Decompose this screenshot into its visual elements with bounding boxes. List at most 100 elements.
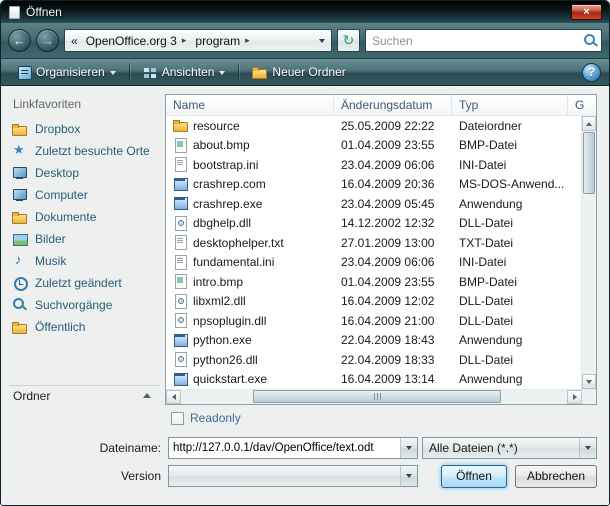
- ini-icon: [173, 157, 188, 172]
- file-row[interactable]: about.bmp01.04.2009 23:55BMP-Datei: [166, 136, 581, 156]
- file-row[interactable]: intro.bmp01.04.2009 23:55BMP-Datei: [166, 272, 581, 292]
- search-icon: [12, 297, 28, 313]
- address-dropdown-button[interactable]: [313, 30, 331, 51]
- filetype-combo[interactable]: Alle Dateien (*.*): [422, 437, 597, 459]
- file-row[interactable]: fundamental.ini23.04.2009 06:06INI-Datei: [166, 253, 581, 273]
- music-icon: [12, 253, 28, 269]
- filename-input[interactable]: [169, 438, 400, 458]
- column-header-g[interactable]: G: [568, 95, 596, 115]
- horizontal-scroll-thumb[interactable]: [253, 390, 501, 403]
- sidebar-item-bilder[interactable]: Bilder: [9, 228, 159, 250]
- vertical-scrollbar[interactable]: [581, 116, 596, 389]
- triangle-right-icon: [573, 394, 577, 400]
- forward-button[interactable]: →: [36, 29, 59, 52]
- column-header-typ[interactable]: Typ: [452, 95, 568, 115]
- file-row[interactable]: libxml2.dll16.04.2009 12:02DLL-Datei: [166, 292, 581, 312]
- back-button[interactable]: ←: [8, 29, 31, 52]
- column-header-name[interactable]: Name: [166, 95, 334, 115]
- sidebar-item-label: Computer: [35, 188, 88, 202]
- search-input[interactable]: [372, 34, 583, 48]
- scroll-right-button[interactable]: [567, 390, 582, 404]
- sidebar-item-zuletzt-ge-ndert[interactable]: Zuletzt geändert: [9, 272, 159, 294]
- filename-row: Dateiname: Alle Dateien (*.*): [1, 437, 597, 459]
- file-type: MS-DOS-Anwend...: [452, 177, 581, 191]
- file-name: quickstart.exe: [193, 372, 267, 386]
- file-name: about.bmp: [193, 138, 250, 152]
- file-name: npsoplugin.dll: [193, 314, 266, 328]
- triangle-up-icon: [586, 122, 592, 126]
- breadcrumb-item-openoffice[interactable]: OpenOffice.org 3 ▸: [84, 30, 194, 51]
- new-folder-button[interactable]: Neuer Ordner: [244, 62, 353, 82]
- refresh-button[interactable]: ↻: [337, 29, 360, 52]
- chevron-right-icon[interactable]: ▸: [240, 35, 255, 46]
- app-icon: [173, 177, 188, 192]
- document-icon: [9, 6, 20, 19]
- sidebar-item-suchvorg-nge[interactable]: Suchvorgänge: [9, 294, 159, 316]
- chevron-up-icon[interactable]: [143, 393, 151, 398]
- dll-icon: [173, 216, 188, 231]
- sidebar-item-dropbox[interactable]: Dropbox: [9, 118, 159, 140]
- search-box[interactable]: [365, 29, 602, 52]
- column-header-nderungsdatum[interactable]: Änderungsdatum: [334, 95, 452, 115]
- sidebar-item-desktop[interactable]: Desktop: [9, 162, 159, 184]
- views-button[interactable]: Ansichten: [135, 62, 234, 82]
- desktop-icon: [12, 165, 28, 181]
- breadcrumb-overflow-chevrons[interactable]: «: [65, 34, 84, 48]
- sidebar-item-label: Dokumente: [35, 210, 96, 224]
- file-row[interactable]: python26.dll22.04.2009 18:33DLL-Datei: [166, 350, 581, 370]
- open-dialog-window: Öffnen × ← → « OpenOffice.org 3 ▸ progra…: [0, 0, 610, 506]
- file-row[interactable]: crashrep.exe23.04.2009 05:45Anwendung: [166, 194, 581, 214]
- scroll-left-button[interactable]: [166, 390, 181, 404]
- file-date: 01.04.2009 23:55: [334, 138, 452, 152]
- file-row[interactable]: quickstart.exe16.04.2009 13:14Anwendung: [166, 370, 581, 390]
- file-date: 22.04.2009 18:43: [334, 333, 452, 347]
- filename-combo[interactable]: [168, 437, 418, 459]
- sidebar-item-ffentlich[interactable]: Öffentlich: [9, 316, 159, 338]
- sidebar-item-musik[interactable]: Musik: [9, 250, 159, 272]
- filename-dropdown-button[interactable]: [400, 438, 417, 458]
- file-row[interactable]: resource25.05.2009 22:22Dateiordner: [166, 116, 581, 136]
- breadcrumb-item-program[interactable]: program ▸: [193, 30, 256, 51]
- breadcrumb[interactable]: « OpenOffice.org 3 ▸ program ▸: [64, 29, 332, 52]
- file-type: DLL-Datei: [452, 314, 581, 328]
- sidebar-item-dokumente[interactable]: Dokumente: [9, 206, 159, 228]
- file-row[interactable]: python.exe22.04.2009 18:43Anwendung: [166, 331, 581, 351]
- chevron-right-icon[interactable]: ▸: [177, 35, 192, 46]
- file-name-cell: about.bmp: [166, 138, 334, 153]
- cancel-button[interactable]: Abbrechen: [515, 465, 597, 488]
- help-button[interactable]: ?: [582, 63, 601, 82]
- folders-bar[interactable]: Ordner: [9, 385, 159, 405]
- file-row[interactable]: bootstrap.ini23.04.2009 06:06INI-Datei: [166, 155, 581, 175]
- close-button[interactable]: ×: [571, 4, 602, 20]
- triangle-left-icon: [172, 394, 176, 400]
- scroll-down-button[interactable]: [582, 374, 596, 389]
- new-folder-label: Neuer Ordner: [272, 65, 345, 79]
- scroll-up-button[interactable]: [582, 116, 596, 131]
- version-combo[interactable]: [168, 465, 418, 487]
- organize-label: Organisieren: [36, 65, 105, 79]
- file-row[interactable]: dbghelp.dll14.12.2002 12:32DLL-Datei: [166, 214, 581, 234]
- sidebar-item-zuletzt-besuchte-orte[interactable]: Zuletzt besuchte Orte: [9, 140, 159, 162]
- file-name: crashrep.exe: [193, 197, 262, 211]
- file-date: 01.04.2009 23:55: [334, 275, 452, 289]
- organize-button[interactable]: Organisieren: [9, 62, 124, 82]
- file-row[interactable]: npsoplugin.dll16.04.2009 21:00DLL-Datei: [166, 311, 581, 331]
- search-icon[interactable]: [583, 33, 598, 48]
- file-row[interactable]: crashrep.com16.04.2009 20:36MS-DOS-Anwen…: [166, 175, 581, 195]
- sidebar-item-computer[interactable]: Computer: [9, 184, 159, 206]
- views-icon: [143, 66, 157, 79]
- breadcrumb-label[interactable]: program: [195, 34, 240, 48]
- navigation-bar: ← → « OpenOffice.org 3 ▸ program ▸ ↻: [1, 23, 609, 59]
- file-row[interactable]: desktophelper.txt27.01.2009 13:00TXT-Dat…: [166, 233, 581, 253]
- horizontal-scrollbar[interactable]: [166, 389, 596, 404]
- filetype-dropdown-button[interactable]: [579, 438, 596, 458]
- vertical-scroll-track[interactable]: [582, 195, 596, 374]
- breadcrumb-label[interactable]: OpenOffice.org 3: [86, 34, 177, 48]
- horizontal-scroll-track[interactable]: [181, 390, 567, 404]
- version-dropdown-button[interactable]: [400, 466, 417, 486]
- open-button[interactable]: Öffnen: [441, 465, 507, 488]
- readonly-checkbox[interactable]: [171, 412, 184, 425]
- vertical-scroll-thumb[interactable]: [583, 132, 595, 194]
- window-title: Öffnen: [26, 5, 62, 19]
- file-name: dbghelp.dll: [193, 216, 251, 230]
